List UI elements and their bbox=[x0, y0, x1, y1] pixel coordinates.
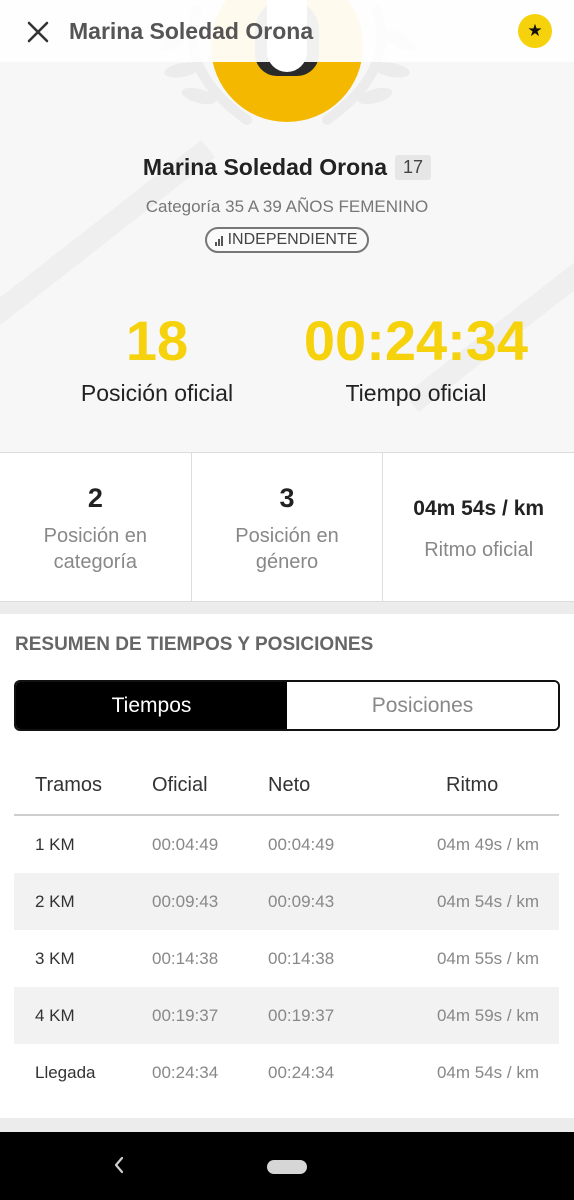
close-icon bbox=[27, 21, 49, 43]
table-row: 4 KM 00:19:37 00:19:37 04m 59s / km bbox=[14, 987, 559, 1044]
category-position-label: Posición en categoría bbox=[43, 525, 148, 573]
cell-tramo: Llegada bbox=[35, 1062, 96, 1082]
table-row: 1 KM 00:04:49 00:04:49 04m 49s / km bbox=[14, 816, 559, 873]
cell-tramo: 4 KM bbox=[35, 1005, 75, 1025]
top-app-bar: Marina Soledad Orona ★ bbox=[0, 0, 574, 62]
column-header-neto: Neto bbox=[268, 773, 311, 796]
team-label: INDEPENDIENTE bbox=[227, 231, 358, 248]
cell-oficial: 00:19:37 bbox=[152, 1005, 219, 1025]
secondary-stats: 2 Posición en categoría 3 Posición en gé… bbox=[0, 452, 574, 602]
splits-table: Tramos Oficial Neto Ritmo 1 KM 00:04:49 … bbox=[14, 756, 559, 1101]
section-divider bbox=[0, 1118, 574, 1132]
back-button[interactable] bbox=[104, 1150, 134, 1180]
home-pill-icon[interactable] bbox=[267, 1160, 307, 1174]
official-time-value: 00:24:34 bbox=[303, 309, 529, 372]
bib-badge: 17 bbox=[395, 155, 432, 180]
cell-oficial: 00:14:38 bbox=[152, 948, 219, 968]
summary-segmented-control: Tiempos Posiciones bbox=[14, 680, 560, 731]
back-icon bbox=[114, 1156, 124, 1174]
column-header-ritmo: Ritmo bbox=[446, 773, 499, 796]
team-badge: INDEPENDIENTE bbox=[204, 227, 370, 253]
cell-neto: 00:19:37 bbox=[268, 1005, 335, 1025]
favorite-button[interactable]: ★ bbox=[518, 14, 552, 48]
official-pace-stat: 04m 54s / km Ritmo oficial bbox=[383, 453, 574, 601]
cell-ritmo: 04m 59s / km bbox=[436, 1005, 539, 1025]
cell-neto: 00:24:34 bbox=[268, 1062, 335, 1082]
table-row: Llegada 00:24:34 00:24:34 04m 54s / km bbox=[14, 1044, 559, 1101]
category-position-stat: 2 Posición en categoría bbox=[0, 453, 192, 601]
gender-position-value: 3 bbox=[279, 483, 295, 513]
cell-neto: 00:09:43 bbox=[268, 891, 335, 911]
runner-name: Marina Soledad Orona bbox=[142, 154, 388, 180]
tab-posiciones[interactable]: Posiciones bbox=[287, 682, 558, 729]
cell-oficial: 00:24:34 bbox=[152, 1062, 219, 1082]
official-pace-label: Ritmo oficial bbox=[424, 539, 534, 561]
official-position-stat: 18 Posición oficial bbox=[40, 308, 274, 407]
gender-position-label: Posición en género bbox=[235, 525, 339, 573]
official-position-label: Posición oficial bbox=[80, 380, 234, 406]
close-button[interactable] bbox=[22, 16, 54, 48]
signal-bars-icon bbox=[214, 235, 223, 246]
system-navigation-bar bbox=[0, 1132, 574, 1200]
gender-position-stat: 3 Posición en género bbox=[192, 453, 384, 601]
table-row: 3 KM 00:14:38 00:14:38 04m 55s / km bbox=[14, 930, 559, 987]
table-header: Tramos Oficial Neto Ritmo bbox=[14, 756, 559, 816]
cell-ritmo: 04m 54s / km bbox=[436, 891, 539, 911]
cell-tramo: 2 KM bbox=[35, 891, 75, 911]
cell-ritmo: 04m 54s / km bbox=[436, 1062, 539, 1082]
runner-name-row: Marina Soledad Orona 17 bbox=[0, 154, 574, 181]
section-divider bbox=[0, 602, 574, 614]
cell-ritmo: 04m 55s / km bbox=[436, 948, 539, 968]
cell-tramo: 3 KM bbox=[35, 948, 75, 968]
category-position-value: 2 bbox=[87, 483, 103, 513]
column-header-tramos: Tramos bbox=[35, 773, 103, 796]
official-pace-value: 04m 54s / km bbox=[413, 497, 545, 520]
cell-neto: 00:14:38 bbox=[268, 948, 335, 968]
cell-oficial: 00:09:43 bbox=[152, 891, 219, 911]
column-header-oficial: Oficial bbox=[152, 773, 208, 796]
cell-neto: 00:04:49 bbox=[268, 834, 335, 854]
summary-title: RESUMEN DE TIEMPOS Y POSICIONES bbox=[15, 634, 374, 655]
tab-tiempos[interactable]: Tiempos bbox=[16, 682, 287, 729]
cell-ritmo: 04m 49s / km bbox=[436, 834, 539, 854]
official-position-value: 18 bbox=[125, 309, 189, 372]
runner-category: Categoría 35 A 39 AÑOS FEMENINO bbox=[145, 197, 429, 216]
cell-oficial: 00:04:49 bbox=[152, 834, 219, 854]
runner-hero: Marina Soledad Orona ★ Marina Soledad Or… bbox=[0, 0, 574, 452]
official-time-label: Tiempo oficial bbox=[345, 380, 487, 406]
official-time-stat: 00:24:34 Tiempo oficial bbox=[290, 308, 542, 407]
page-title: Marina Soledad Orona bbox=[69, 18, 314, 44]
star-icon: ★ bbox=[527, 21, 543, 40]
cell-tramo: 1 KM bbox=[35, 834, 75, 854]
table-row: 2 KM 00:09:43 00:09:43 04m 54s / km bbox=[14, 873, 559, 930]
